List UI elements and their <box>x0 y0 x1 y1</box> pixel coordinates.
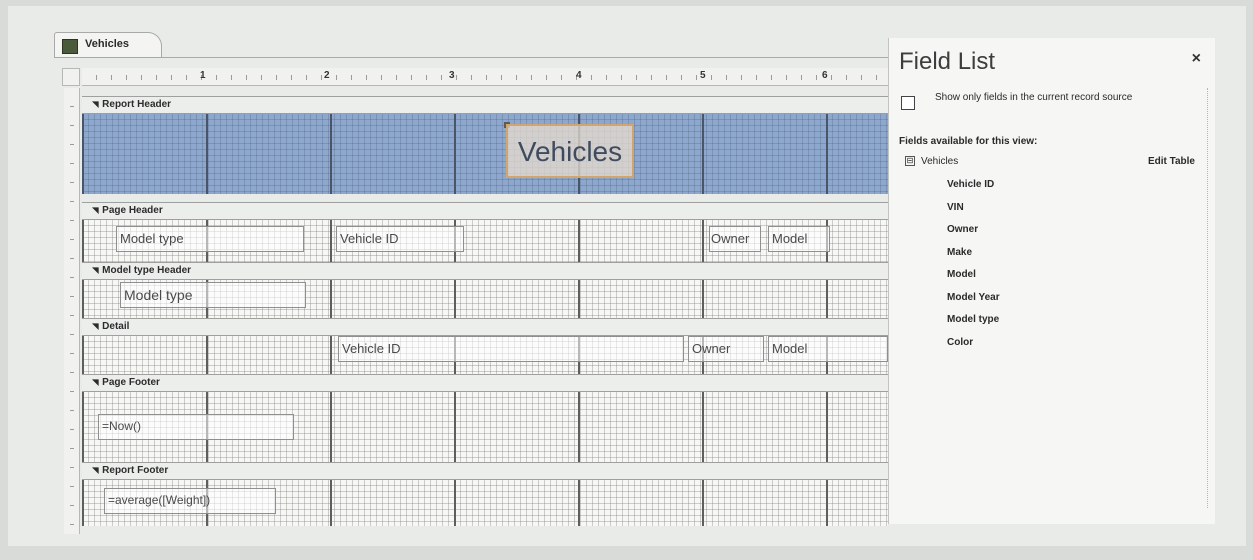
label-model-type[interactable]: Model type <box>116 226 304 252</box>
ruler-mark: 4 <box>576 70 582 81</box>
show-only-label[interactable]: Show only fields in the current record s… <box>935 92 1185 104</box>
field-list-pane: Field List × Show only fields in the cur… <box>888 38 1215 524</box>
report-design-surface: Report Header Vehicles Page Header Model… <box>82 88 888 534</box>
section-bar-model-type-header[interactable]: Model type Header <box>82 262 888 280</box>
tabstrip-divider <box>54 57 894 58</box>
field-list-scrollbar[interactable] <box>1207 88 1211 508</box>
field-list: Vehicle ID VIN Owner Make Model Model Ye… <box>947 178 1000 358</box>
section-bar-report-footer[interactable]: Report Footer <box>82 462 888 480</box>
textbox-vehicle-id[interactable]: Vehicle ID <box>338 336 684 362</box>
section-bar-page-footer[interactable]: Page Footer <box>82 374 888 392</box>
collapse-icon[interactable]: ⊟ <box>905 156 915 167</box>
section-label: Report Header <box>92 99 171 110</box>
textbox-model-type[interactable]: Model type <box>120 282 306 308</box>
field-item[interactable]: VIN <box>947 201 1000 224</box>
ruler-corner-selector[interactable] <box>62 68 80 86</box>
label-owner[interactable]: Owner <box>709 226 761 252</box>
close-icon[interactable]: × <box>1192 50 1201 68</box>
ruler-mark: 5 <box>700 70 706 81</box>
ruler-mark: 2 <box>324 70 330 81</box>
textbox-owner[interactable]: Owner <box>688 336 764 362</box>
report-title-label[interactable]: Vehicles <box>506 124 634 178</box>
detail-area[interactable]: Vehicle ID Owner Model <box>82 336 888 376</box>
field-item[interactable]: Model <box>947 268 1000 291</box>
table-node-label: Vehicles <box>921 156 959 167</box>
model-type-header-area[interactable]: Model type <box>82 280 888 318</box>
ruler-mark: 1 <box>200 70 206 81</box>
section-bar-detail[interactable]: Detail <box>82 318 888 336</box>
textbox-average-weight[interactable]: =average([Weight]) <box>104 488 276 514</box>
section-bar-page-header[interactable]: Page Header <box>82 202 888 220</box>
report-header-area[interactable]: Vehicles <box>82 114 888 194</box>
tab-vehicles[interactable]: Vehicles <box>54 32 162 58</box>
field-item[interactable]: Owner <box>947 223 1000 246</box>
report-footer-area[interactable]: =average([Weight]) <box>82 480 888 526</box>
section-label: Report Footer <box>92 465 168 476</box>
textbox-now[interactable]: =Now() <box>98 414 294 440</box>
section-label: Page Header <box>92 205 163 216</box>
section-label: Page Footer <box>92 377 160 388</box>
textbox-model[interactable]: Model <box>768 336 888 362</box>
field-list-title: Field List <box>899 48 996 75</box>
vertical-ruler[interactable] <box>64 88 80 534</box>
label-vehicle-id[interactable]: Vehicle ID <box>336 226 464 252</box>
field-item[interactable]: Make <box>947 246 1000 269</box>
table-node-vehicles[interactable]: ⊟ Vehicles <box>905 156 958 167</box>
ruler-mark: 6 <box>822 70 828 81</box>
screen: Vehicles 1 2 3 4 5 6 Report Header Vehic… <box>8 6 1246 546</box>
ruler-mark: 3 <box>449 70 455 81</box>
report-icon <box>62 39 78 54</box>
label-model[interactable]: Model <box>768 226 830 252</box>
field-item[interactable]: Vehicle ID <box>947 178 1000 201</box>
show-only-checkbox[interactable] <box>901 96 915 110</box>
field-item[interactable]: Model type <box>947 313 1000 336</box>
field-item[interactable]: Model Year <box>947 291 1000 314</box>
fields-available-label: Fields available for this view: <box>899 136 1038 147</box>
field-item[interactable]: Color <box>947 336 1000 359</box>
section-label: Detail <box>92 321 129 332</box>
section-label: Model type Header <box>92 265 191 276</box>
page-header-area[interactable]: Model type Vehicle ID Owner Model <box>82 220 888 262</box>
page-footer-area[interactable]: =Now() <box>82 392 888 462</box>
horizontal-ruler[interactable]: 1 2 3 4 5 6 <box>82 68 888 86</box>
edit-table-link[interactable]: Edit Table <box>1148 156 1195 167</box>
section-bar-report-header[interactable]: Report Header <box>82 96 888 114</box>
tab-label: Vehicles <box>85 38 130 50</box>
